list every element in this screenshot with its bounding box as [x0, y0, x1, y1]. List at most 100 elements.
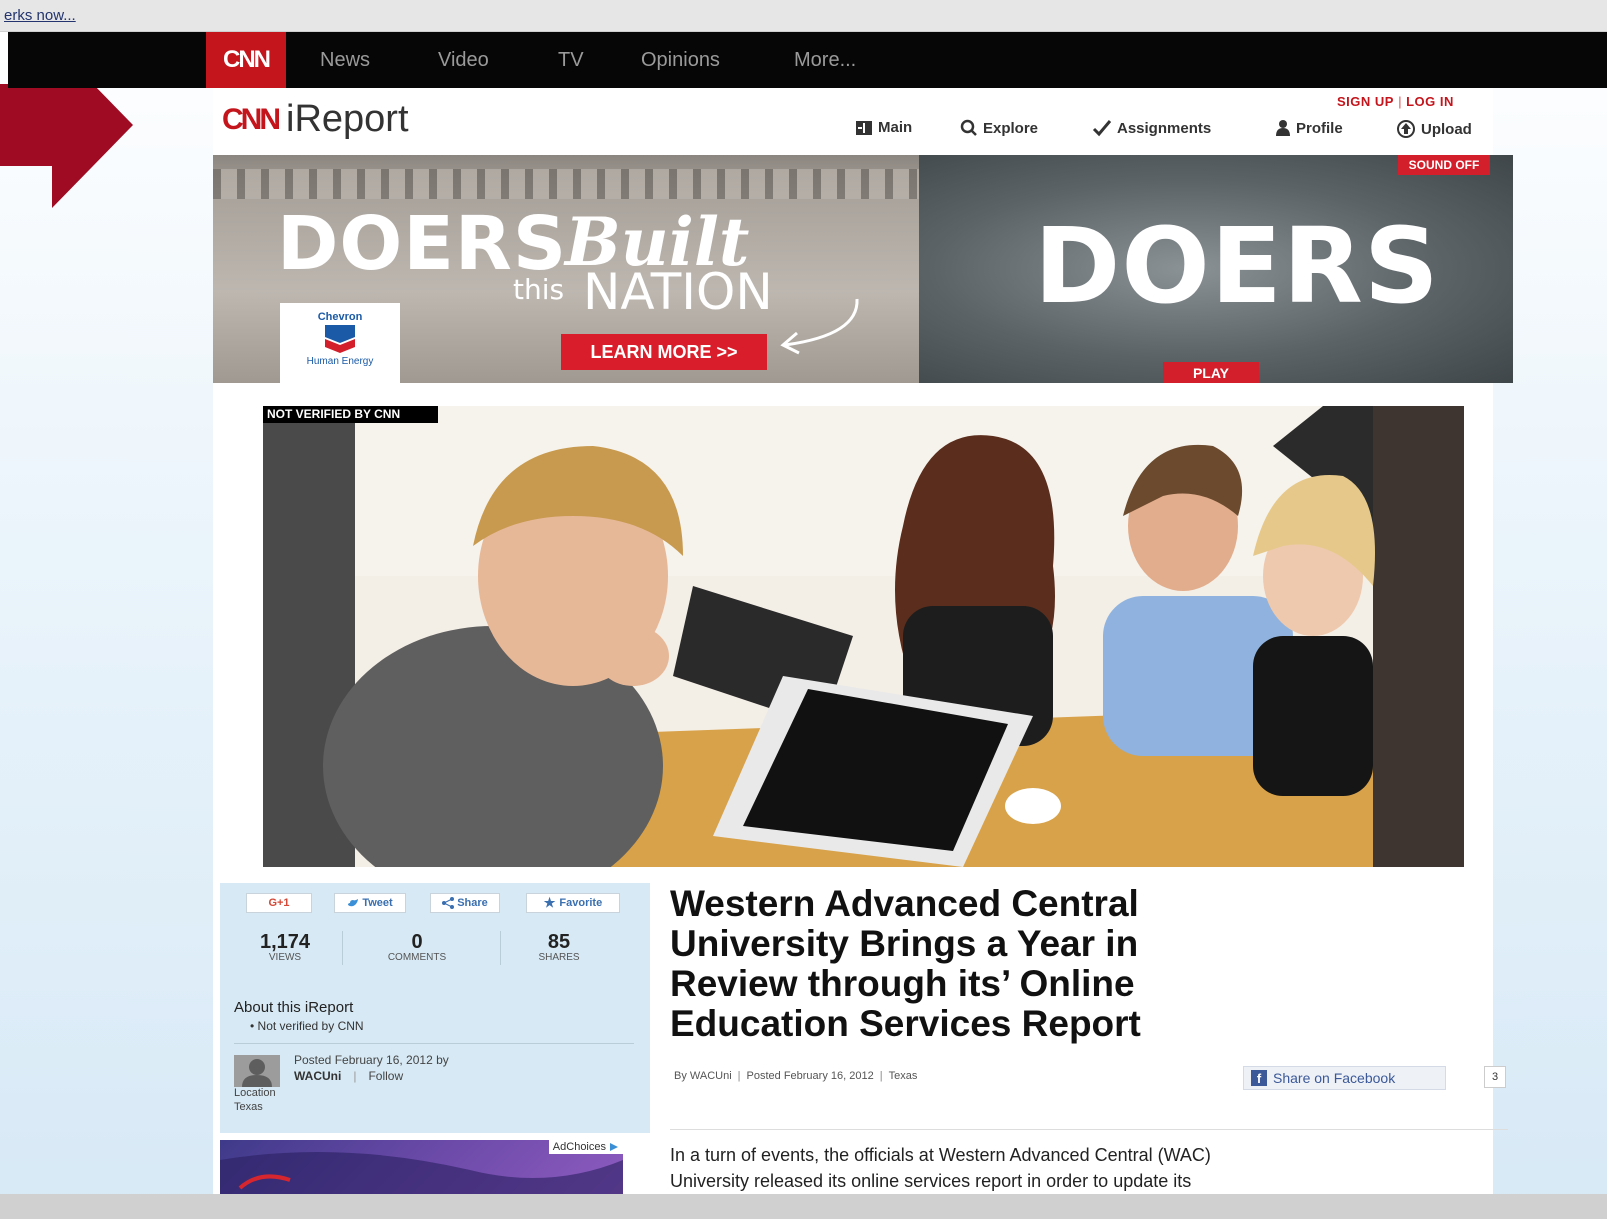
- chevron-brand-name: Chevron: [317, 311, 363, 323]
- sidebar-ad[interactable]: AdChoices: [220, 1140, 623, 1196]
- nav-more[interactable]: More...: [794, 49, 856, 72]
- byline-author[interactable]: By WACUni: [674, 1070, 732, 1082]
- subnav-main[interactable]: Main: [855, 119, 912, 136]
- views-count: 1,174: [259, 931, 311, 953]
- ad-learn-more-button[interactable]: LEARN MORE >>: [561, 334, 767, 370]
- not-verified-badge: NOT VERIFIED BY CNN: [263, 406, 438, 423]
- comments-count: 0: [411, 931, 423, 953]
- share-icon: [442, 897, 455, 909]
- top-link[interactable]: erks now...: [4, 7, 76, 24]
- adchoices-label: AdChoices: [552, 1141, 606, 1153]
- checkmark-icon: [1092, 120, 1112, 137]
- nav-tv[interactable]: TV: [558, 49, 584, 72]
- facebook-share-label: Share on Facebook: [1273, 1070, 1396, 1086]
- auth-separator: |: [1397, 94, 1403, 109]
- article-divider: [670, 1129, 1508, 1130]
- twitter-bird-icon: [348, 899, 359, 907]
- article-title-line: Western Advanced Central: [670, 883, 1139, 924]
- search-icon: [960, 119, 977, 136]
- shares-stat: 85 SHARES: [514, 931, 604, 963]
- ad-banner-left: DOERS Built this NATION LEARN MORE >> Ch…: [213, 155, 919, 383]
- login-link[interactable]: LOG IN: [1406, 94, 1454, 109]
- comments-label: COMMENTS: [387, 952, 447, 963]
- main-icon: [856, 120, 872, 135]
- byline-location: Texas: [888, 1070, 918, 1082]
- chevron-tagline: Human Energy: [306, 356, 374, 367]
- facebook-icon: f: [1251, 1070, 1267, 1086]
- ad-banner[interactable]: DOERS Built this NATION LEARN MORE >> Ch…: [213, 155, 1513, 383]
- subnav-assignments[interactable]: Assignments: [1092, 119, 1211, 137]
- comments-stat: 0 COMMENTS: [372, 931, 462, 963]
- adchoices-icon: [610, 1143, 618, 1151]
- subnav-main-label: Main: [878, 119, 913, 136]
- browser-bottom-bar: [0, 1194, 1607, 1219]
- panel-divider: [234, 1043, 634, 1044]
- article-title-line: Review through its’ Online: [670, 963, 1135, 1004]
- nav-news[interactable]: News: [320, 49, 370, 72]
- posted-line: Posted February 16, 2012 by: [294, 1053, 449, 1067]
- facebook-share-button[interactable]: f Share on Facebook: [1243, 1066, 1446, 1090]
- user-silhouette-icon: [234, 1055, 280, 1087]
- ad-banner-right: DOERS PLAY: [919, 155, 1513, 383]
- ireport-logo-mark: CNN: [222, 102, 281, 136]
- article-title: Western Advanced Central University Brin…: [670, 884, 1390, 1044]
- article-title-line: University Brings a Year in: [670, 923, 1139, 964]
- gplus-button[interactable]: G+1: [246, 893, 312, 913]
- ad-headline-right: DOERS: [1034, 205, 1440, 327]
- subnav-upload[interactable]: Upload: [1396, 119, 1472, 139]
- subnav-assignments-label: Assignments: [1117, 119, 1212, 137]
- nav-video[interactable]: Video: [438, 49, 489, 72]
- ireport-logo-text: iReport: [286, 98, 409, 140]
- stat-divider: [500, 931, 501, 965]
- follow-link[interactable]: Follow: [368, 1069, 403, 1083]
- subnav-profile[interactable]: Profile: [1275, 119, 1343, 137]
- share-button[interactable]: Share: [430, 893, 500, 913]
- user-link[interactable]: WACUni: [294, 1069, 341, 1083]
- shares-label: SHARES: [538, 952, 580, 963]
- facebook-share-count: 3: [1484, 1066, 1506, 1088]
- curved-arrow-icon: [780, 298, 859, 355]
- people-photo-illustration: [263, 406, 1464, 867]
- star-icon: ★: [543, 895, 556, 910]
- stat-divider: [342, 931, 343, 965]
- chevron-logo: Chevron Human Energy: [280, 303, 400, 383]
- browser-top-strip: erks now...: [0, 0, 1607, 32]
- byline-date: Posted February 16, 2012: [746, 1070, 874, 1082]
- adchoices-badge[interactable]: AdChoices: [548, 1140, 623, 1154]
- subnav-explore-label: Explore: [983, 119, 1039, 137]
- user-line: WACUni | Follow: [294, 1069, 403, 1083]
- ad-headline-this: this: [513, 273, 565, 306]
- favorite-button[interactable]: ★ Favorite: [526, 893, 620, 913]
- subnav-explore[interactable]: Explore: [960, 119, 1038, 137]
- cnn-logo[interactable]: CNN: [206, 32, 286, 88]
- article-body-line: In a turn of events, the officials at We…: [670, 1145, 1211, 1165]
- cnn-nav-bar: CNN News Video TV Opinions More...: [8, 32, 1607, 88]
- ad-cornice-decoration: [213, 169, 919, 199]
- location-label: Location: [234, 1087, 276, 1099]
- ad-sound-toggle[interactable]: SOUND OFF: [1398, 155, 1490, 175]
- ireport-logo[interactable]: CNN iReport: [222, 98, 409, 141]
- subnav-upload-label: Upload: [1421, 120, 1472, 138]
- views-label: VIEWS: [268, 952, 302, 963]
- shares-count: 85: [547, 931, 571, 953]
- nav-opinions[interactable]: Opinions: [641, 49, 720, 72]
- person-icon: [1276, 120, 1290, 136]
- tweet-button[interactable]: Tweet: [334, 893, 406, 913]
- upload-icon: [1397, 120, 1415, 138]
- ad-play-button[interactable]: PLAY: [1163, 362, 1259, 383]
- avatar[interactable]: [234, 1055, 280, 1087]
- tweet-label: Tweet: [362, 897, 393, 909]
- article-title-line: Education Services Report: [670, 1003, 1141, 1044]
- location-value: Texas: [234, 1101, 263, 1113]
- ad-headline-nation: NATION: [583, 263, 773, 321]
- byline-separator: |: [737, 1070, 741, 1082]
- share-label: Share: [457, 897, 488, 909]
- views-stat: 1,174 VIEWS: [240, 931, 330, 963]
- user-separator: |: [353, 1069, 357, 1083]
- about-item: • Not verified by CNN: [250, 1019, 364, 1033]
- article-photo: [263, 406, 1464, 867]
- signup-link[interactable]: SIGN UP: [1337, 94, 1394, 109]
- article-body-line: University released its online services …: [670, 1171, 1192, 1191]
- about-title: About this iReport: [234, 999, 354, 1016]
- favorite-label: Favorite: [559, 897, 603, 909]
